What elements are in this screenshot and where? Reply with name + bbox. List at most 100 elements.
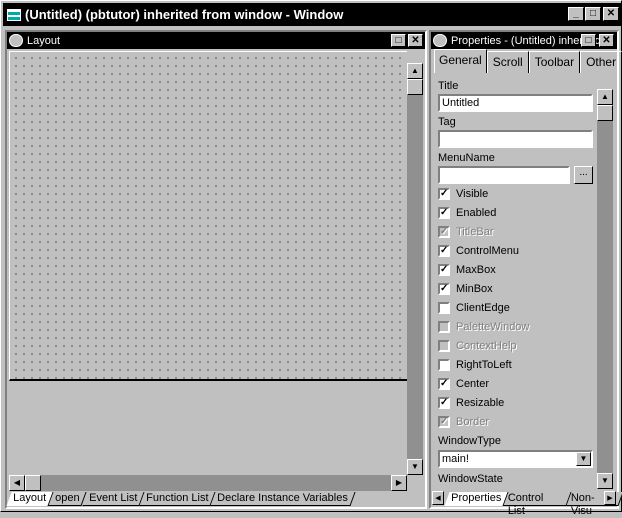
menuname-label: MenuName <box>438 152 495 164</box>
scroll-thumb[interactable] <box>597 105 613 121</box>
checkbox-label: ClientEdge <box>456 302 510 314</box>
checkbox-clientedge[interactable]: ClientEdge <box>438 302 510 314</box>
properties-titlebar: Properties - (Untitled) inherited □ ✕ <box>431 32 617 49</box>
menuname-browse-button[interactable]: ... <box>574 166 593 184</box>
layout-title: Layout <box>27 34 61 47</box>
checkbox-minbox[interactable]: ✓ MinBox <box>438 283 493 295</box>
checkmark-icon[interactable]: ✓ <box>438 378 450 390</box>
checkbox-contexthelp: ContextHelp <box>438 340 517 352</box>
properties-maximize-button[interactable]: □ <box>581 34 596 47</box>
scroll-up-icon[interactable]: ▲ <box>407 63 423 79</box>
tab-open[interactable]: open <box>48 492 88 506</box>
app-icon <box>7 8 21 21</box>
maximize-button[interactable]: □ <box>585 7 601 21</box>
checkmark-icon[interactable]: ✓ <box>438 283 450 295</box>
tab-label: Properties <box>451 492 502 504</box>
properties-scrollbar[interactable]: ▲ ▼ <box>597 89 613 489</box>
checkbox-label: MaxBox <box>456 264 496 276</box>
checkbox-titlebar: ✓ TitleBar <box>438 226 494 238</box>
checkbox-border: ✓ Border <box>438 416 489 428</box>
tab-function-list[interactable]: Function List <box>139 492 216 506</box>
tag-label: Tag <box>438 116 456 128</box>
checkbox-label: Border <box>456 416 490 428</box>
close-button[interactable]: ✕ <box>603 7 619 21</box>
windowstate-label: WindowState <box>438 473 503 485</box>
scroll-up-icon[interactable]: ▲ <box>597 89 613 105</box>
checkbox-label: ContextHelp <box>456 340 517 352</box>
checkbox-label: RightToLeft <box>456 359 512 371</box>
tab-label: Layout <box>13 492 47 504</box>
layout-canvas[interactable] <box>9 51 407 381</box>
tab-label: Control List <box>507 492 544 517</box>
checkbox-box[interactable] <box>438 359 450 371</box>
checkbox-label: Center <box>456 378 490 390</box>
properties-tabs: General Scroll Toolbar Other <box>434 49 622 73</box>
dropdown-arrow-icon[interactable]: ▼ <box>576 452 591 466</box>
properties-close-button[interactable]: ✕ <box>599 34 614 47</box>
scroll-right-icon[interactable]: ▶ <box>391 475 407 491</box>
checkbox-label: Enabled <box>456 207 497 219</box>
hscroll-thumb[interactable] <box>25 475 41 491</box>
minimize-button[interactable]: _ <box>568 7 584 21</box>
checkmark-icon: ✓ <box>438 416 450 428</box>
layout-empty-area <box>9 383 407 473</box>
windowtype-label: WindowType <box>438 435 501 447</box>
checkbox-label: Resizable <box>456 397 505 409</box>
tab-label: Event List <box>88 492 138 504</box>
layout-vertical-scrollbar[interactable]: ▲ ▼ <box>407 63 423 475</box>
checkbox-righttoleft[interactable]: RightToLeft <box>438 359 512 371</box>
layout-horizontal-scrollbar[interactable]: ◀ ▶ <box>9 475 407 491</box>
properties-bottom-tabs: Properties Control List Non-Visu <box>444 492 622 517</box>
scroll-down-icon[interactable]: ▼ <box>597 473 613 489</box>
tab-general[interactable]: General <box>434 49 487 73</box>
tab-toolbar[interactable]: Toolbar <box>528 51 581 73</box>
layout-close-button[interactable]: ✕ <box>408 34 423 47</box>
checkmark-icon[interactable]: ✓ <box>438 207 450 219</box>
checkbox-box <box>438 321 450 333</box>
checkbox-box <box>438 340 450 352</box>
windowtype-value: main! <box>442 453 469 465</box>
scroll-left-icon[interactable]: ◀ <box>9 475 25 491</box>
checkbox-resizable[interactable]: ✓ Resizable <box>438 397 504 409</box>
checkbox-label: PaletteWindow <box>456 321 530 333</box>
checkbox-enabled[interactable]: ✓ Enabled <box>438 207 496 219</box>
tab-control-list[interactable]: Control List <box>503 492 572 517</box>
checkbox-label: TitleBar <box>456 226 494 238</box>
properties-title: Properties - (Untitled) inherited <box>451 34 601 47</box>
checkmark-icon[interactable]: ✓ <box>438 245 450 257</box>
checkmark-icon: ✓ <box>438 226 450 238</box>
tab-event-list[interactable]: Event List <box>81 492 145 506</box>
checkbox-center[interactable]: ✓ Center <box>438 378 489 390</box>
checkmark-icon[interactable]: ✓ <box>438 397 450 409</box>
tab-layout[interactable]: Layout <box>6 492 54 506</box>
properties-icon <box>433 34 447 47</box>
checkmark-icon[interactable]: ✓ <box>438 264 450 276</box>
layout-bottom-tabs: Layout open Event List Function List Dec… <box>6 492 356 506</box>
tab-other[interactable]: Other <box>580 51 622 73</box>
scroll-thumb[interactable] <box>407 79 423 95</box>
tab-properties[interactable]: Properties <box>444 492 509 506</box>
layout-icon <box>9 34 23 47</box>
title-input[interactable]: Untitled <box>438 94 593 112</box>
checkbox-label: ControlMenu <box>456 245 519 257</box>
tab-declare-instance-variables[interactable]: Declare Instance Variables <box>210 492 356 506</box>
tag-input[interactable] <box>438 130 593 148</box>
scroll-down-icon[interactable]: ▼ <box>407 459 423 475</box>
checkmark-icon[interactable]: ✓ <box>438 188 450 200</box>
main-window: (Untitled) (pbtutor) inherited from wind… <box>0 0 622 517</box>
checkbox-label: Visible <box>456 188 489 200</box>
window-title: (Untitled) (pbtutor) inherited from wind… <box>25 7 344 22</box>
checkbox-visible[interactable]: ✓ Visible <box>438 188 488 200</box>
layout-maximize-button[interactable]: □ <box>391 34 406 47</box>
menuname-input[interactable] <box>438 166 570 184</box>
tab-label: Declare Instance Variables <box>217 492 349 504</box>
layout-titlebar: Layout □ ✕ <box>7 32 425 49</box>
checkbox-controlmenu[interactable]: ✓ ControlMenu <box>438 245 519 257</box>
checkbox-maxbox[interactable]: ✓ MaxBox <box>438 264 496 276</box>
tabs-left-icon[interactable]: ◀ <box>432 491 444 505</box>
tab-scroll[interactable]: Scroll <box>486 51 529 73</box>
tabs-right-icon[interactable]: ▶ <box>604 491 616 505</box>
tab-label: open <box>55 492 80 504</box>
checkbox-box[interactable] <box>438 302 450 314</box>
windowtype-select[interactable]: main! ▼ <box>438 450 593 468</box>
